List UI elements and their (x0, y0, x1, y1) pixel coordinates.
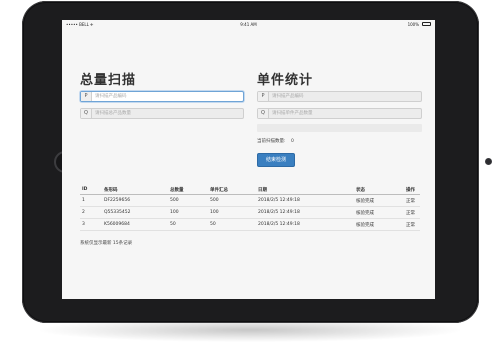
cell-total: 100 (168, 206, 208, 219)
col-total-header: 总数量 (168, 185, 208, 195)
col-barcode-header: 条形码 (102, 185, 168, 195)
unit-product-input[interactable] (269, 92, 421, 101)
scan-counter-value: 0 (290, 139, 294, 144)
cell-date: 2018/2/5 12:49:18 (256, 194, 354, 207)
app-screen: ••••• BELL ✈ 9:41 AM 100% (62, 20, 435, 299)
cell-action: 正常 (404, 218, 420, 231)
cell-barcode: Q55335452 (102, 206, 168, 219)
cell-action: 正常 (404, 206, 420, 219)
unit-panel-title: 单件统计 (257, 73, 314, 88)
cell-id: 1 (80, 194, 102, 207)
battery-icon (422, 22, 431, 26)
scan-panel-title: 总量扫描 (80, 73, 137, 88)
records-footer-note: 系统仅显示最新 15条记录 (80, 241, 133, 246)
cell-status: 核验完成 (354, 194, 404, 207)
col-status-header: 状态 (354, 185, 404, 195)
col-unit-sum-header: 单件汇总 (208, 185, 256, 195)
scan-qty-input[interactable] (92, 109, 243, 118)
cell-total: 500 (168, 194, 208, 207)
cell-barcode: DF2259656 (102, 194, 168, 207)
scan-qty-group: Q (80, 108, 244, 119)
camera-icon (486, 159, 491, 164)
col-date-header: 日期 (256, 185, 354, 195)
cell-barcode: K56009684 (102, 218, 168, 231)
cell-unit-sum: 50 (208, 218, 256, 231)
cell-action: 正常 (404, 194, 420, 207)
status-bar: ••••• BELL ✈ 9:41 AM 100% (62, 20, 435, 29)
cell-date: 2018/2/5 12:49:18 (256, 218, 354, 231)
scan-product-group: P (80, 91, 244, 102)
cell-unit-sum: 100 (208, 206, 256, 219)
cell-status: 核验完成 (354, 218, 404, 231)
unit-qty-addon: Q (258, 109, 269, 118)
cell-unit-sum: 500 (208, 194, 256, 207)
cell-total: 50 (168, 218, 208, 231)
unit-product-group: P (257, 91, 422, 102)
unit-qty-input[interactable] (269, 109, 421, 118)
battery-percent: 100% (407, 22, 419, 27)
table-row: 1 DF2259656 500 500 2018/2/5 12:49:18 核验… (80, 194, 420, 207)
cell-id: 2 (80, 206, 102, 219)
unit-product-addon: P (258, 92, 269, 101)
col-id-header: ID (80, 185, 102, 195)
cell-status: 核验完成 (354, 206, 404, 219)
unit-qty-group: Q (257, 108, 422, 119)
scan-product-addon: P (81, 92, 92, 101)
records-table: ID 条形码 总数量 单件汇总 日期 状态 操作 1 DF2259656 500… (80, 185, 420, 231)
scan-counter-label: 当前扫描数量: (257, 139, 286, 144)
scan-counter: 当前扫描数量: 0 (257, 138, 298, 144)
table-row: 3 K56009684 50 50 2018/2/5 12:49:18 核验完成… (80, 218, 420, 231)
table-header-row: ID 条形码 总数量 单件汇总 日期 状态 操作 (80, 185, 420, 195)
col-action-header: 操作 (404, 185, 420, 195)
scan-product-input[interactable] (92, 92, 243, 101)
finish-check-button[interactable]: 结束检测 (257, 153, 295, 167)
cell-id: 3 (80, 218, 102, 231)
clock-label: 9:41 AM (240, 22, 257, 27)
divider-bar (257, 124, 422, 132)
scan-qty-addon: Q (81, 109, 92, 118)
table-row: 2 Q55335452 100 100 2018/2/5 12:49:18 核验… (80, 206, 420, 219)
cell-date: 2018/2/5 12:49:18 (256, 206, 354, 219)
